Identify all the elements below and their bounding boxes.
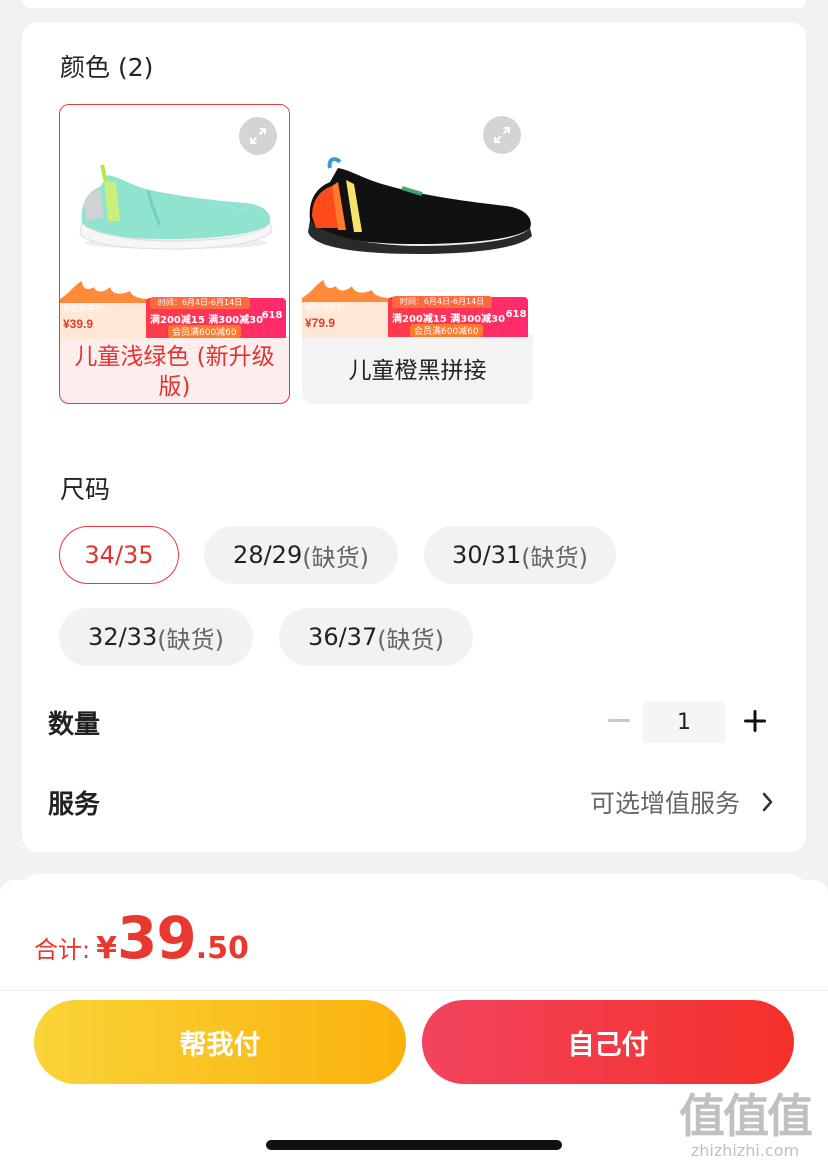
watermark-url: zhizhizhi.com	[690, 1141, 800, 1160]
total-label: 合计:	[34, 936, 91, 964]
service-label: 服务	[48, 790, 101, 820]
expand-icon[interactable]	[483, 116, 521, 154]
divider	[0, 990, 828, 991]
promo-line-2: 会员满600减60	[410, 324, 483, 337]
size-value: 30/31	[452, 541, 522, 569]
minus-icon[interactable]	[604, 701, 634, 741]
checkout-footer: 合计: ¥ 39 .50 帮我付 自己付 值值值 zhizhizhi.com	[0, 880, 828, 1169]
color-option-light-green[interactable]: 预估到手价 ¥39.9 时间：6月4日-6月14日 满200减15 满300减3…	[59, 104, 290, 404]
out-of-stock-note: (缺货)	[157, 625, 224, 654]
promo-caption: 预估到手价	[305, 303, 345, 312]
promo-date: 时间：6月4日-6月14日	[150, 297, 250, 309]
promo-date: 时间：6月4日-6月14日	[392, 296, 492, 308]
previous-card-edge	[22, 0, 806, 8]
size-option-28-29[interactable]: 28/29 (缺货)	[204, 526, 398, 584]
out-of-stock-note: (缺货)	[377, 625, 444, 654]
currency-symbol: ¥	[96, 931, 117, 966]
color-option-orange-black[interactable]: 预估到手价 ¥79.9 时间：6月4日-6月14日 满200减15 满300减3…	[302, 104, 533, 404]
promo-price: ¥39.9	[63, 317, 94, 331]
plus-icon[interactable]	[740, 701, 770, 741]
size-value: 28/29	[233, 541, 303, 569]
help-me-pay-button[interactable]: 帮我付	[34, 1000, 406, 1084]
expand-icon[interactable]	[239, 117, 277, 155]
service-value[interactable]: 可选增值服务	[590, 784, 740, 820]
size-section-title: 尺码	[60, 475, 111, 504]
color-option-label: 儿童橙黑拼接	[348, 358, 487, 384]
pay-myself-button[interactable]: 自己付	[422, 1000, 794, 1084]
size-value: 32/33	[88, 623, 158, 651]
price-decimal: .50	[195, 931, 249, 966]
sku-selector-card: 颜色 (2) 预估到手价 ¥39.9 时间：6月4日-6月14日 满200减15…	[22, 22, 806, 852]
promo-618-badge: 618	[261, 310, 283, 321]
promo-banner: 预估到手价 ¥79.9 时间：6月4日-6月14日 满200减15 满300减3…	[302, 280, 533, 338]
size-value: 34/35	[84, 541, 154, 569]
home-indicator	[266, 1140, 562, 1150]
out-of-stock-note: (缺货)	[302, 543, 369, 572]
promo-caption: 预估到手价	[63, 304, 103, 313]
out-of-stock-note: (缺货)	[521, 543, 588, 572]
quantity-input[interactable]: 1	[642, 701, 726, 743]
color-section-title: 颜色 (2)	[60, 53, 154, 82]
promo-price: ¥79.9	[305, 316, 336, 330]
promo-line-1: 满200减15 满300减30	[150, 315, 264, 326]
watermark: 值值值 zhizhizhi.com	[670, 1091, 820, 1161]
price-integer: 39	[116, 904, 197, 972]
quantity-label: 数量	[48, 710, 101, 740]
promo-line-2: 会员满600减60	[168, 325, 241, 338]
size-option-34-35[interactable]: 34/35	[59, 526, 179, 584]
size-value: 36/37	[308, 623, 378, 651]
promo-618-badge: 618	[505, 309, 527, 320]
color-option-label: 儿童浅绿色 (新升级版)	[74, 344, 275, 400]
size-option-30-31[interactable]: 30/31 (缺货)	[424, 526, 616, 584]
size-option-32-33[interactable]: 32/33 (缺货)	[59, 608, 253, 666]
total-price: 合计: ¥ 39 .50	[34, 904, 249, 972]
size-option-36-37[interactable]: 36/37 (缺货)	[279, 608, 473, 666]
chevron-right-icon[interactable]	[758, 787, 778, 817]
promo-banner: 预估到手价 ¥39.9 时间：6月4日-6月14日 满200减15 满300减3…	[60, 281, 289, 339]
watermark-logo: 值值值	[679, 1089, 813, 1143]
promo-line-1: 满200减15 满300减30	[392, 314, 506, 325]
